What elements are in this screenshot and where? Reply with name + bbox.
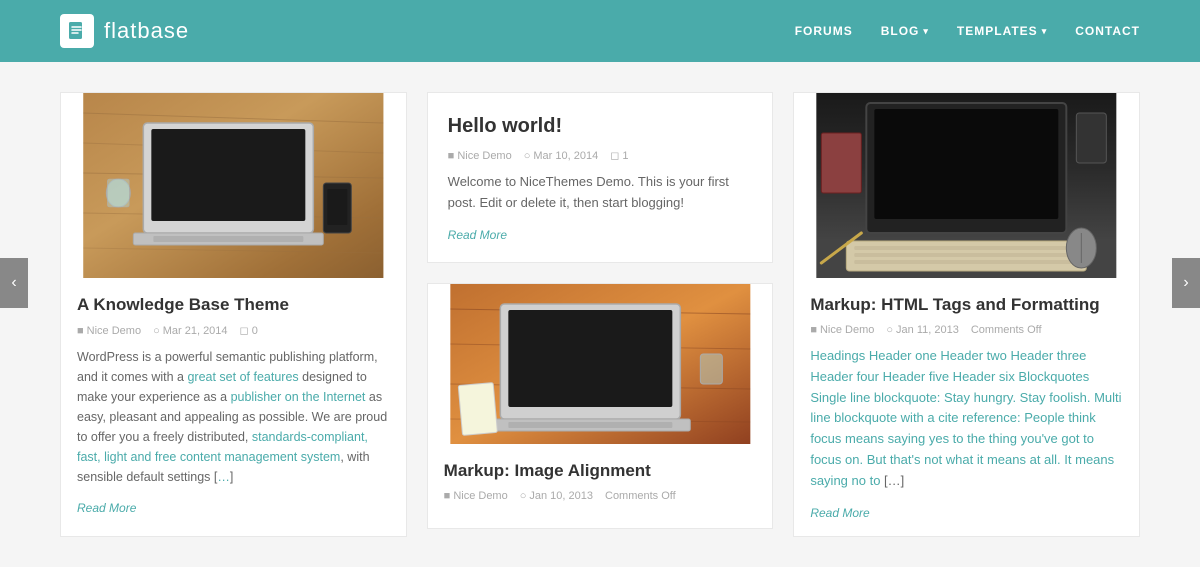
- middle-column: Hello world! ■ Nice Demo ○ Mar 10, 2014: [427, 92, 774, 537]
- card-comments-1: ◻ 0: [240, 324, 258, 337]
- card-author-1: ■ Nice Demo: [77, 325, 141, 337]
- comment-icon: ◻: [240, 324, 249, 337]
- clock-icon-3: ○: [886, 324, 893, 336]
- card-meta-2: ■ Nice Demo ○ Mar 10, 2014 ◻ 1: [448, 149, 753, 162]
- card-text-2: Welcome to NiceThemes Demo. This is your…: [448, 172, 753, 214]
- user-icon-3: ■: [810, 324, 817, 336]
- read-more-2[interactable]: Read More: [448, 228, 507, 242]
- card-body-1: A Knowledge Base Theme ■ Nice Demo ○ Mar…: [61, 278, 406, 531]
- nav-blog[interactable]: BLOG ▾: [881, 24, 929, 38]
- card-title-2: Hello world!: [448, 113, 753, 139]
- card-body-3: Markup: HTML Tags and Formatting ■ Nice …: [794, 278, 1139, 536]
- card-body-4: Markup: Image Alignment ■ Nice Demo ○ Ja…: [428, 444, 773, 528]
- templates-caret-icon: ▾: [1042, 26, 1048, 37]
- card-title-3: Markup: HTML Tags and Formatting: [810, 294, 1123, 316]
- logo-area: flatbase: [60, 14, 189, 48]
- card-text-3: Headings Header one Header two Header th…: [810, 346, 1123, 492]
- card-date-2: ○ Mar 10, 2014: [524, 150, 598, 162]
- left-arrow-icon: ‹: [11, 274, 16, 292]
- card-title-4: Markup: Image Alignment: [444, 460, 757, 482]
- read-more-3[interactable]: Read More: [810, 506, 869, 520]
- card-date-1: ○ Mar 21, 2014: [153, 325, 227, 337]
- card-meta-3: ■ Nice Demo ○ Jan 11, 2013 Comments Off: [810, 324, 1123, 336]
- card-comments-3: Comments Off: [971, 324, 1042, 336]
- card-image-laptop-warm: [428, 284, 773, 444]
- nav-forums[interactable]: FORUMS: [795, 24, 853, 38]
- card-date-4: ○ Jan 10, 2013: [520, 490, 593, 502]
- nav-templates[interactable]: TEMPLATES ▾: [957, 24, 1047, 38]
- main-content: A Knowledge Base Theme ■ Nice Demo ○ Mar…: [0, 62, 1200, 567]
- prev-arrow[interactable]: ‹: [0, 258, 28, 308]
- card-author-4: ■ Nice Demo: [444, 490, 508, 502]
- card-markup-html: Markup: HTML Tags and Formatting ■ Nice …: [793, 92, 1140, 537]
- card-hello-world: Hello world! ■ Nice Demo ○ Mar 10, 2014: [427, 92, 774, 263]
- card-image-desk-overhead: [794, 93, 1139, 278]
- read-more-1[interactable]: Read More: [77, 501, 136, 515]
- clock-icon: ○: [153, 325, 160, 337]
- clock-icon-2: ○: [524, 150, 531, 162]
- comment-icon-2: ◻: [610, 149, 619, 162]
- card-meta-1: ■ Nice Demo ○ Mar 21, 2014 ◻ 0: [77, 324, 390, 337]
- header: flatbase FORUMS BLOG ▾ TEMPLATES ▾ CONTA…: [0, 0, 1200, 62]
- card-image-alignment: Markup: Image Alignment ■ Nice Demo ○ Ja…: [427, 283, 774, 529]
- clock-icon-4: ○: [520, 490, 527, 502]
- card-date-3: ○ Jan 11, 2013: [886, 324, 958, 336]
- main-nav: FORUMS BLOG ▾ TEMPLATES ▾ CONTACT: [795, 24, 1140, 38]
- blog-caret-icon: ▾: [923, 26, 929, 37]
- card-text-1: WordPress is a powerful semantic publish…: [77, 347, 390, 487]
- card-knowledge-base: A Knowledge Base Theme ■ Nice Demo ○ Mar…: [60, 92, 407, 537]
- card-title-1: A Knowledge Base Theme: [77, 294, 390, 316]
- cards-grid: A Knowledge Base Theme ■ Nice Demo ○ Mar…: [60, 92, 1140, 537]
- page-wrapper: flatbase FORUMS BLOG ▾ TEMPLATES ▾ CONTA…: [0, 0, 1200, 567]
- card-comments-4: Comments Off: [605, 490, 676, 502]
- logo-text: flatbase: [104, 18, 189, 44]
- next-arrow[interactable]: ›: [1172, 258, 1200, 308]
- card-meta-4: ■ Nice Demo ○ Jan 10, 2013 Comments Off: [444, 490, 757, 502]
- right-arrow-icon: ›: [1183, 274, 1188, 292]
- card-comments-2: ◻ 1: [610, 149, 628, 162]
- user-icon-2: ■: [448, 150, 455, 162]
- card-author-2: ■ Nice Demo: [448, 150, 512, 162]
- card-author-3: ■ Nice Demo: [810, 324, 874, 336]
- logo-icon: [60, 14, 94, 48]
- user-icon-4: ■: [444, 490, 451, 502]
- card-body-2: Hello world! ■ Nice Demo ○ Mar 10, 2014: [428, 93, 773, 262]
- nav-contact[interactable]: CONTACT: [1075, 24, 1140, 38]
- user-icon: ■: [77, 325, 84, 337]
- card-image-laptop-desk: [61, 93, 406, 278]
